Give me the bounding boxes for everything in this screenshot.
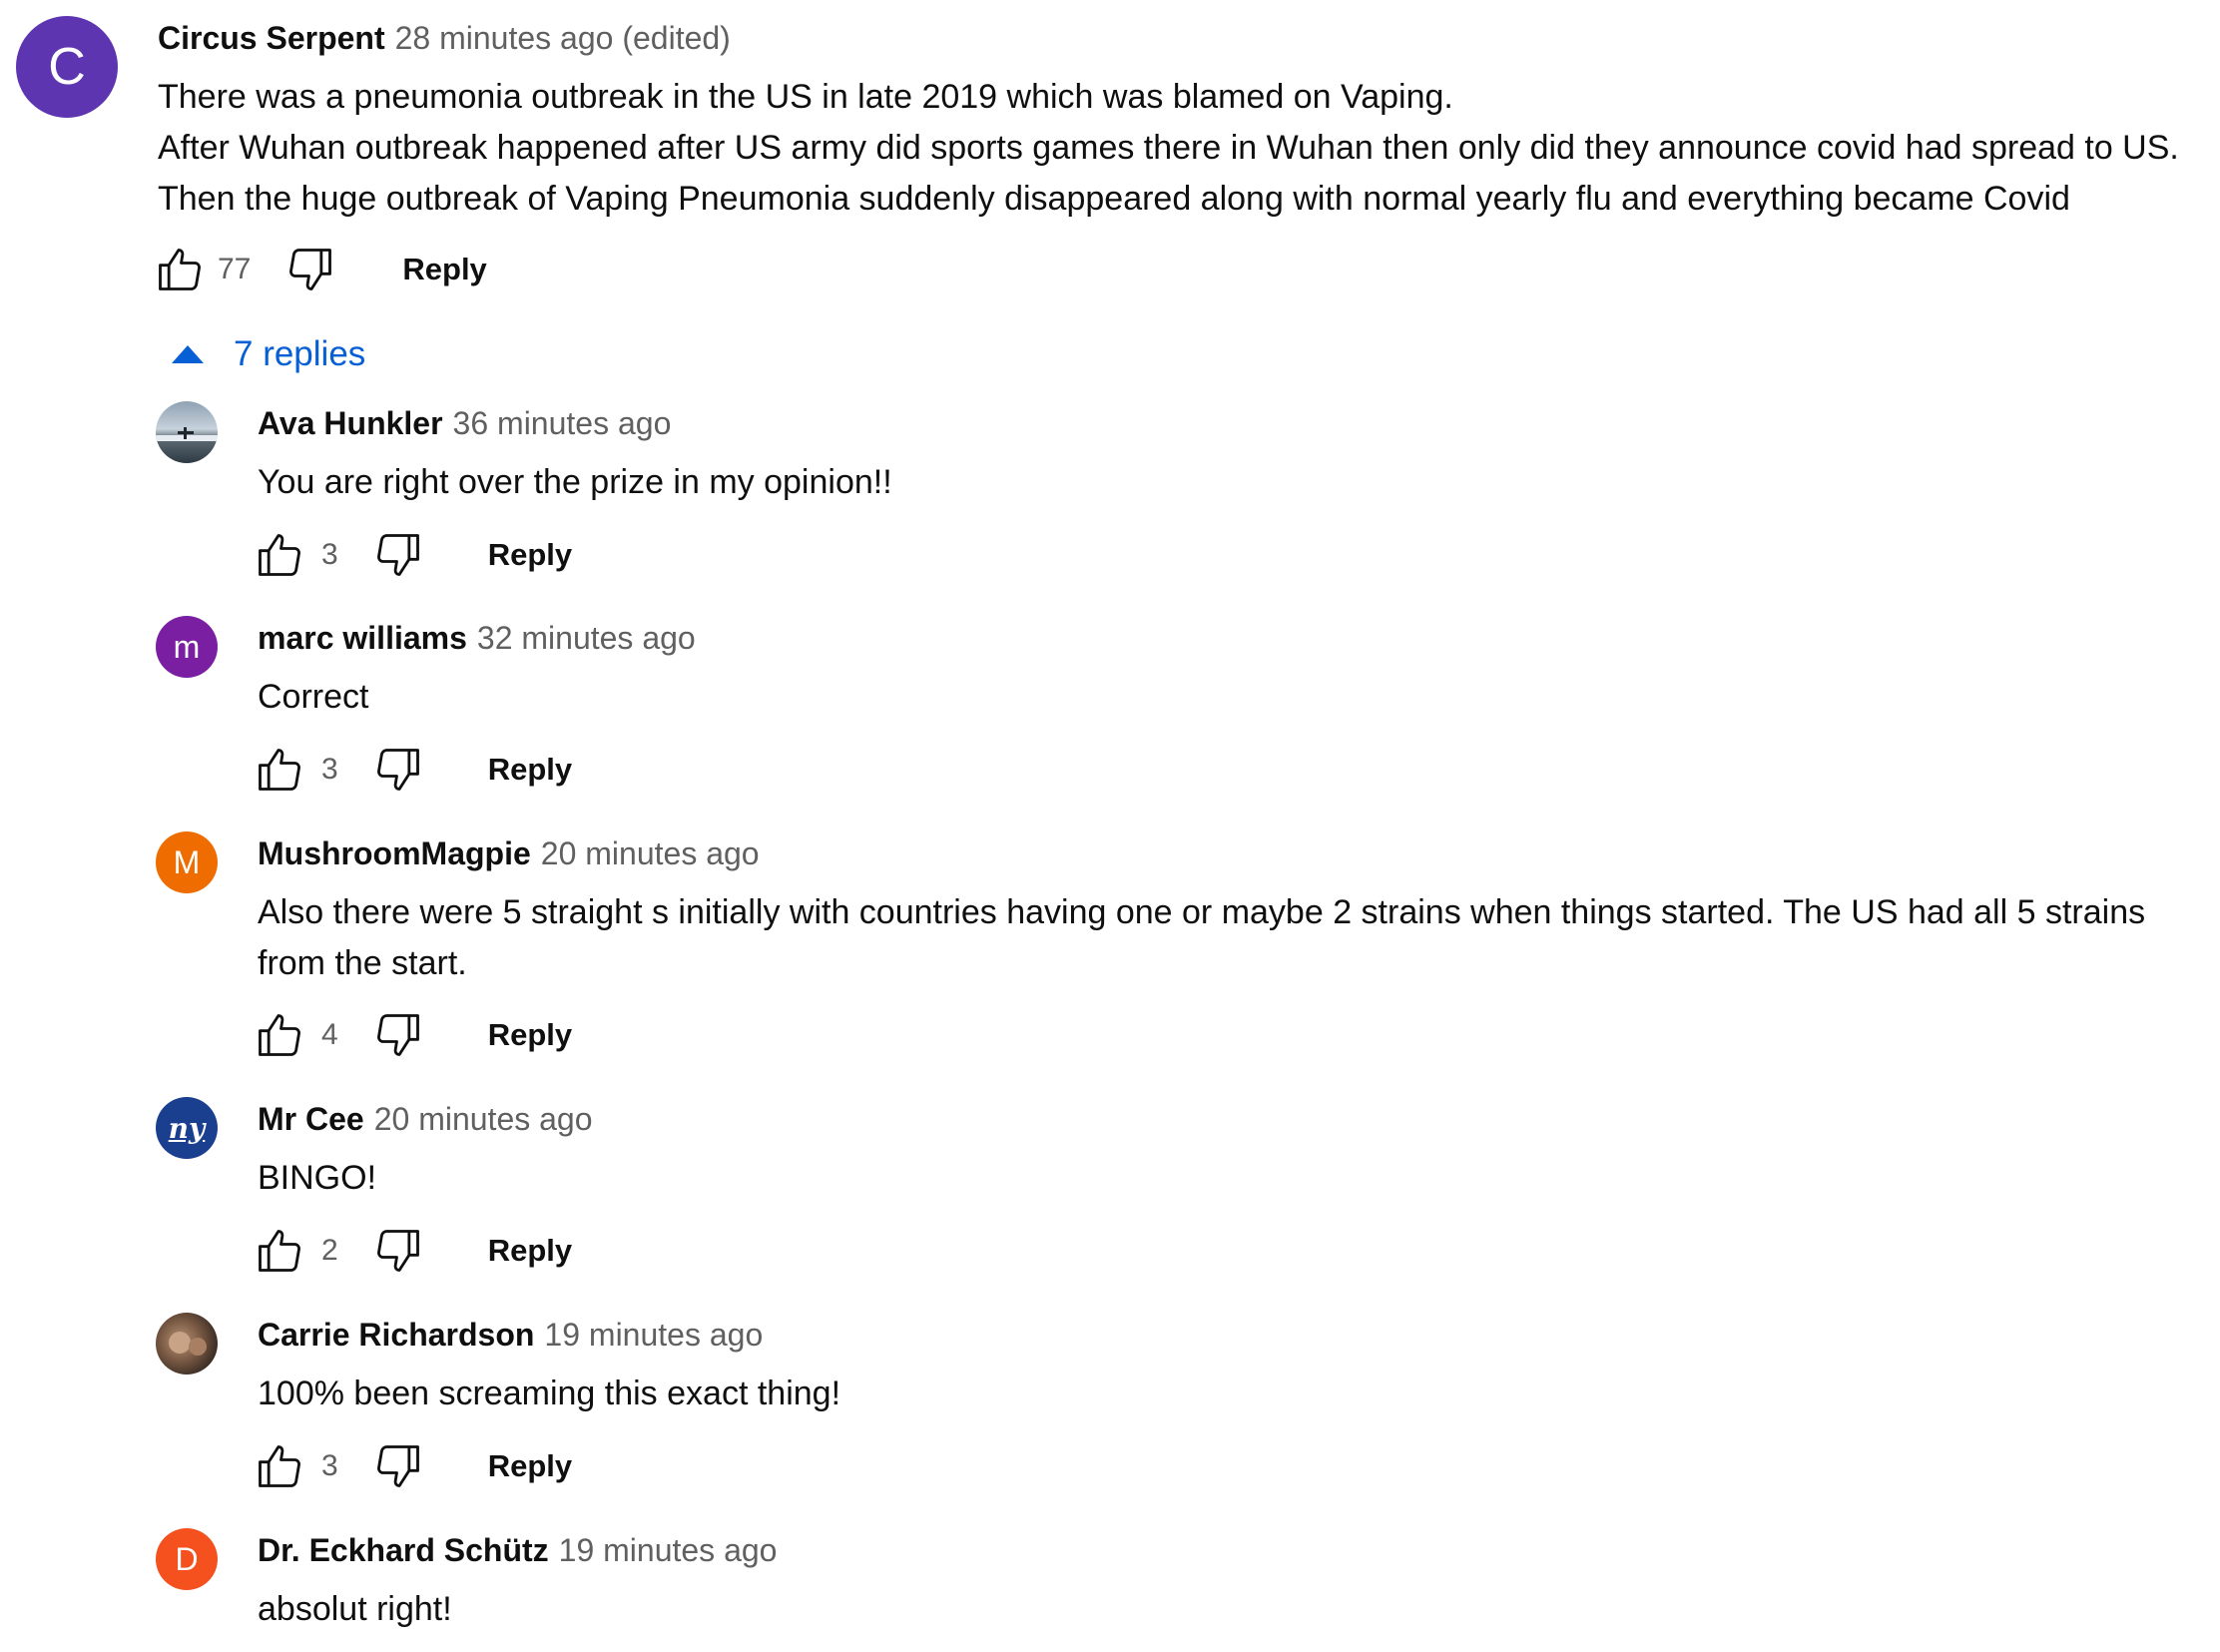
avatar[interactable]: C <box>16 16 118 118</box>
avatar[interactable]: M <box>156 831 218 893</box>
dislike-button[interactable] <box>284 244 336 295</box>
reply-button[interactable]: Reply <box>488 1448 572 1484</box>
reply-button[interactable]: Reply <box>402 252 486 287</box>
avatar-letter: D <box>175 1540 199 1577</box>
avatar[interactable] <box>156 1313 218 1375</box>
comment-text-line: After Wuhan outbreak happened after US a… <box>158 129 2179 167</box>
thumbs-down-icon <box>376 1445 419 1487</box>
comment-timestamp[interactable]: 28 minutes ago (edited) <box>395 20 731 56</box>
dislike-button[interactable] <box>372 1440 424 1492</box>
author-name[interactable]: Circus Serpent <box>158 20 385 56</box>
comment-text-line: Then the huge outbreak of Vaping Pneumon… <box>158 180 2070 218</box>
replies-toggle-button[interactable]: 7 replies <box>172 334 365 374</box>
comment-text-line: Correct <box>258 678 369 716</box>
comment-timestamp[interactable]: 19 minutes ago <box>559 1532 778 1568</box>
thumbs-up-icon <box>259 749 300 791</box>
author-name[interactable]: marc williams <box>258 620 467 656</box>
comment-text-line: There was a pneumonia outbreak in the US… <box>158 78 1453 116</box>
caret-up-icon <box>172 345 204 363</box>
like-button[interactable] <box>254 744 305 796</box>
avatar-photo <box>169 1332 207 1356</box>
comment-text: There was a pneumonia outbreak in the US… <box>158 72 2179 225</box>
thumbs-up-icon <box>159 249 201 290</box>
like-button[interactable] <box>254 529 305 581</box>
comment-thread: C Circus Serpent 28 minutes ago (edited) … <box>0 0 2220 1652</box>
like-count: 3 <box>321 1449 338 1482</box>
like-button[interactable] <box>254 1225 305 1277</box>
reply-button[interactable]: Reply <box>488 1017 572 1053</box>
comment-text: Correct <box>258 672 368 723</box>
reply-button[interactable]: Reply <box>488 537 572 573</box>
comment-header: MushroomMagpie 20 minutes ago <box>258 835 760 872</box>
avatar[interactable]: m <box>156 616 218 678</box>
comment-text-line: from the start. <box>258 944 467 982</box>
comment-timestamp[interactable]: 20 minutes ago <box>374 1101 593 1137</box>
comment-header: Carrie Richardson 19 minutes ago <box>258 1317 763 1354</box>
ny-logo-icon: ny <box>168 1111 206 1145</box>
avatar-letter: M <box>173 843 201 880</box>
replies-count-label: 7 replies <box>234 334 366 373</box>
comment-actions: 4 Reply <box>254 1009 572 1061</box>
reply-button[interactable]: Reply <box>488 1233 572 1269</box>
like-count: 3 <box>321 538 338 571</box>
thumbs-up-icon <box>259 1230 300 1272</box>
comment-header: marc williams 32 minutes ago <box>258 620 696 657</box>
comment-header: Dr. Eckhard Schütz 19 minutes ago <box>258 1532 777 1569</box>
like-button[interactable] <box>254 1009 305 1061</box>
comment-actions: 2 Reply <box>254 1225 572 1277</box>
comment-actions: 3 Reply <box>254 744 572 796</box>
thumbs-up-icon <box>259 1014 300 1056</box>
avatar[interactable]: ny <box>156 1097 218 1159</box>
dislike-button[interactable] <box>372 1225 424 1277</box>
comment-header: Circus Serpent 28 minutes ago (edited) <box>158 20 731 57</box>
comment-actions: 3 Reply <box>254 1440 572 1492</box>
dislike-button[interactable] <box>372 744 424 796</box>
author-name[interactable]: Dr. Eckhard Schütz <box>258 1532 549 1568</box>
comment-header: Ava Hunkler 36 minutes ago <box>258 405 671 442</box>
comment-timestamp[interactable]: 20 minutes ago <box>541 835 760 871</box>
like-count: 2 <box>321 1234 338 1267</box>
like-button[interactable] <box>254 1440 305 1492</box>
comment-actions: 77 Reply <box>154 244 487 295</box>
author-name[interactable]: MushroomMagpie <box>258 835 531 871</box>
author-name[interactable]: Mr Cee <box>258 1101 364 1137</box>
like-count: 77 <box>218 253 252 285</box>
thumbs-down-icon <box>289 249 332 290</box>
comment-timestamp[interactable]: 19 minutes ago <box>544 1317 763 1353</box>
like-count: 3 <box>321 753 338 786</box>
thumbs-up-icon <box>259 534 300 576</box>
comment-text: 100% been screaming this exact thing! <box>258 1369 840 1419</box>
like-button[interactable] <box>154 244 206 295</box>
thumbs-down-icon <box>376 1230 419 1272</box>
thumbs-down-icon <box>376 749 419 791</box>
comment-text-line: 100% been screaming this exact thing! <box>258 1375 841 1412</box>
comment-text-line: Also there were 5 straight s initially w… <box>258 893 2146 931</box>
avatar-photo <box>156 427 218 441</box>
comment-timestamp[interactable]: 32 minutes ago <box>477 620 696 656</box>
avatar[interactable]: D <box>156 1528 218 1590</box>
comment-timestamp[interactable]: 36 minutes ago <box>453 405 672 441</box>
thumbs-down-icon <box>376 1014 419 1056</box>
author-name[interactable]: Carrie Richardson <box>258 1317 534 1353</box>
comment-text-line: absolut right! <box>258 1590 452 1628</box>
comment-text: You are right over the prize in my opini… <box>258 457 892 508</box>
thumbs-up-icon <box>259 1445 300 1487</box>
comment-text: absolut right! <box>258 1584 452 1635</box>
comment-text-line: BINGO! <box>258 1159 377 1197</box>
author-name[interactable]: Ava Hunkler <box>258 405 443 441</box>
like-count: 4 <box>321 1018 338 1051</box>
avatar-letter: C <box>48 38 86 96</box>
comment-text: BINGO! <box>258 1153 376 1204</box>
avatar-letter: m <box>173 628 201 665</box>
reply-button[interactable]: Reply <box>488 752 572 788</box>
comment-actions: 3 Reply <box>254 529 572 581</box>
thumbs-down-icon <box>376 534 419 576</box>
avatar[interactable] <box>156 401 218 463</box>
comment-header: Mr Cee 20 minutes ago <box>258 1101 593 1138</box>
comment-text: Also there were 5 straight s initially w… <box>258 887 2145 989</box>
dislike-button[interactable] <box>372 529 424 581</box>
comment-text-line: You are right over the prize in my opini… <box>258 463 892 501</box>
dislike-button[interactable] <box>372 1009 424 1061</box>
